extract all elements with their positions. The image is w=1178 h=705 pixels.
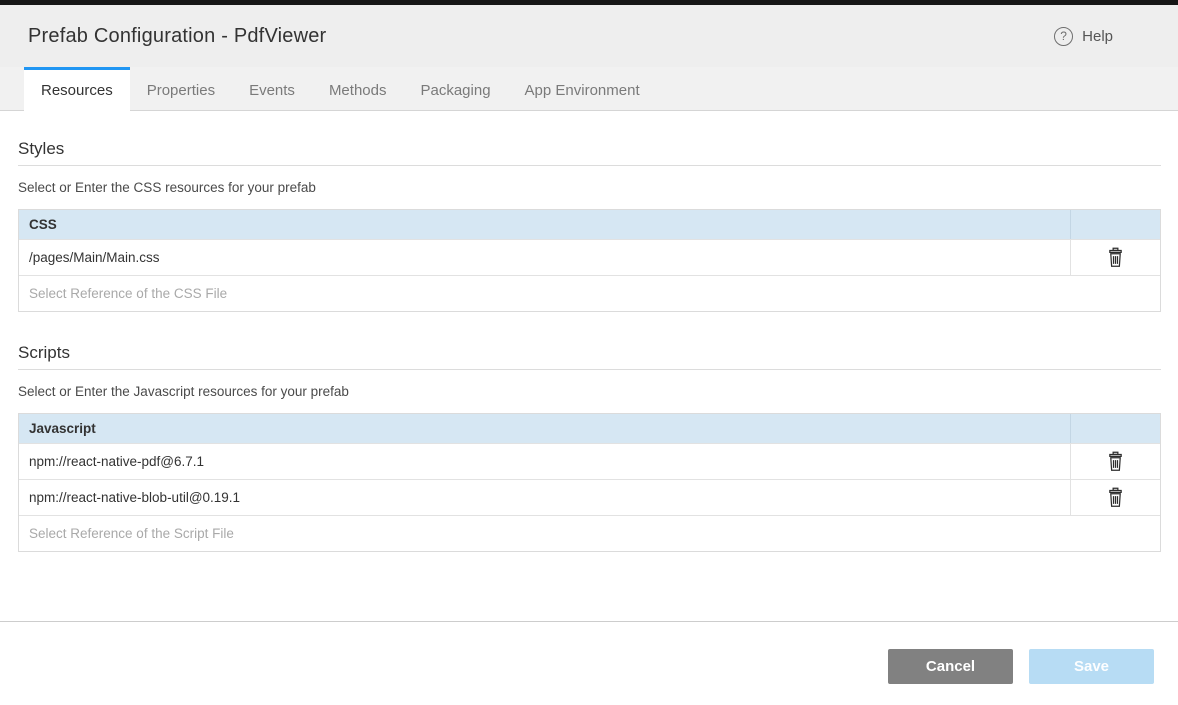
css-table-action-header <box>1070 210 1160 239</box>
css-resource-row: /pages/Main/Main.css <box>19 239 1160 275</box>
trash-icon <box>1107 451 1124 472</box>
delete-css-resource-button[interactable] <box>1105 245 1126 270</box>
cancel-button[interactable]: Cancel <box>888 649 1013 684</box>
tab-label: Properties <box>147 82 215 99</box>
tab-bar: Resources Properties Events Methods Pack… <box>0 67 1178 111</box>
tab-item[interactable]: Events <box>232 67 312 111</box>
script-resource-row: npm://react-native-blob-util@0.19.1 <box>19 479 1160 515</box>
resources-panel: Styles Select or Enter the CSS resources… <box>0 111 1178 621</box>
script-row-action-cell <box>1070 480 1160 515</box>
tab-item[interactable]: App Environment <box>508 67 657 111</box>
css-resource-value: /pages/Main/Main.css <box>19 240 1070 275</box>
tab-item[interactable]: Methods <box>312 67 404 111</box>
css-resources-table: CSS /pages/Main/Main.css <box>18 209 1161 312</box>
trash-icon <box>1107 247 1124 268</box>
dialog-header: Prefab Configuration - PdfViewer ? Help <box>0 5 1178 67</box>
script-placeholder-row: Select Reference of the Script File <box>19 515 1160 551</box>
script-table-rows: npm://react-native-pdf@6.7.1 <box>19 443 1160 515</box>
help-label: Help <box>1082 28 1113 45</box>
tab-label: App Environment <box>525 82 640 99</box>
save-button[interactable]: Save <box>1029 649 1154 684</box>
script-resource-row: npm://react-native-pdf@6.7.1 <box>19 443 1160 479</box>
script-row-action-cell <box>1070 444 1160 479</box>
styles-section-title: Styles <box>18 138 1161 166</box>
scripts-section-description: Select or Enter the Javascript resources… <box>18 383 1161 400</box>
tab-item[interactable]: Packaging <box>403 67 507 111</box>
script-resource-input[interactable]: Select Reference of the Script File <box>19 516 1160 551</box>
css-table-header: CSS <box>19 217 1070 232</box>
trash-icon <box>1107 487 1124 508</box>
dialog-footer: Cancel Save <box>0 621 1178 705</box>
script-resources-table: Javascript npm://react-native-pdf@6.7.1 <box>18 413 1161 552</box>
tab-label: Packaging <box>420 82 490 99</box>
script-resource-value: npm://react-native-pdf@6.7.1 <box>19 444 1070 479</box>
page-title: Prefab Configuration - PdfViewer <box>28 25 326 48</box>
css-table-header-row: CSS <box>19 210 1160 239</box>
css-row-action-cell <box>1070 240 1160 275</box>
tab-label: Methods <box>329 82 387 99</box>
script-resource-value: npm://react-native-blob-util@0.19.1 <box>19 480 1070 515</box>
script-table-header-row: Javascript <box>19 414 1160 443</box>
help-question-icon: ? <box>1054 27 1073 46</box>
delete-script-resource-button[interactable] <box>1105 449 1126 474</box>
tab-label: Events <box>249 82 295 99</box>
script-table-header: Javascript <box>19 421 1070 436</box>
css-placeholder-row: Select Reference of the CSS File <box>19 275 1160 311</box>
scripts-section-title: Scripts <box>18 342 1161 370</box>
css-resource-input[interactable]: Select Reference of the CSS File <box>19 276 1160 311</box>
tab-label: Resources <box>41 82 113 99</box>
tab-item[interactable]: Properties <box>130 67 232 111</box>
css-table-rows: /pages/Main/Main.css <box>19 239 1160 275</box>
styles-section-description: Select or Enter the CSS resources for yo… <box>18 179 1161 196</box>
tab-item[interactable]: Resources <box>24 67 130 111</box>
script-table-action-header <box>1070 414 1160 443</box>
help-button[interactable]: ? Help <box>1054 27 1113 46</box>
delete-script-resource-button[interactable] <box>1105 485 1126 510</box>
